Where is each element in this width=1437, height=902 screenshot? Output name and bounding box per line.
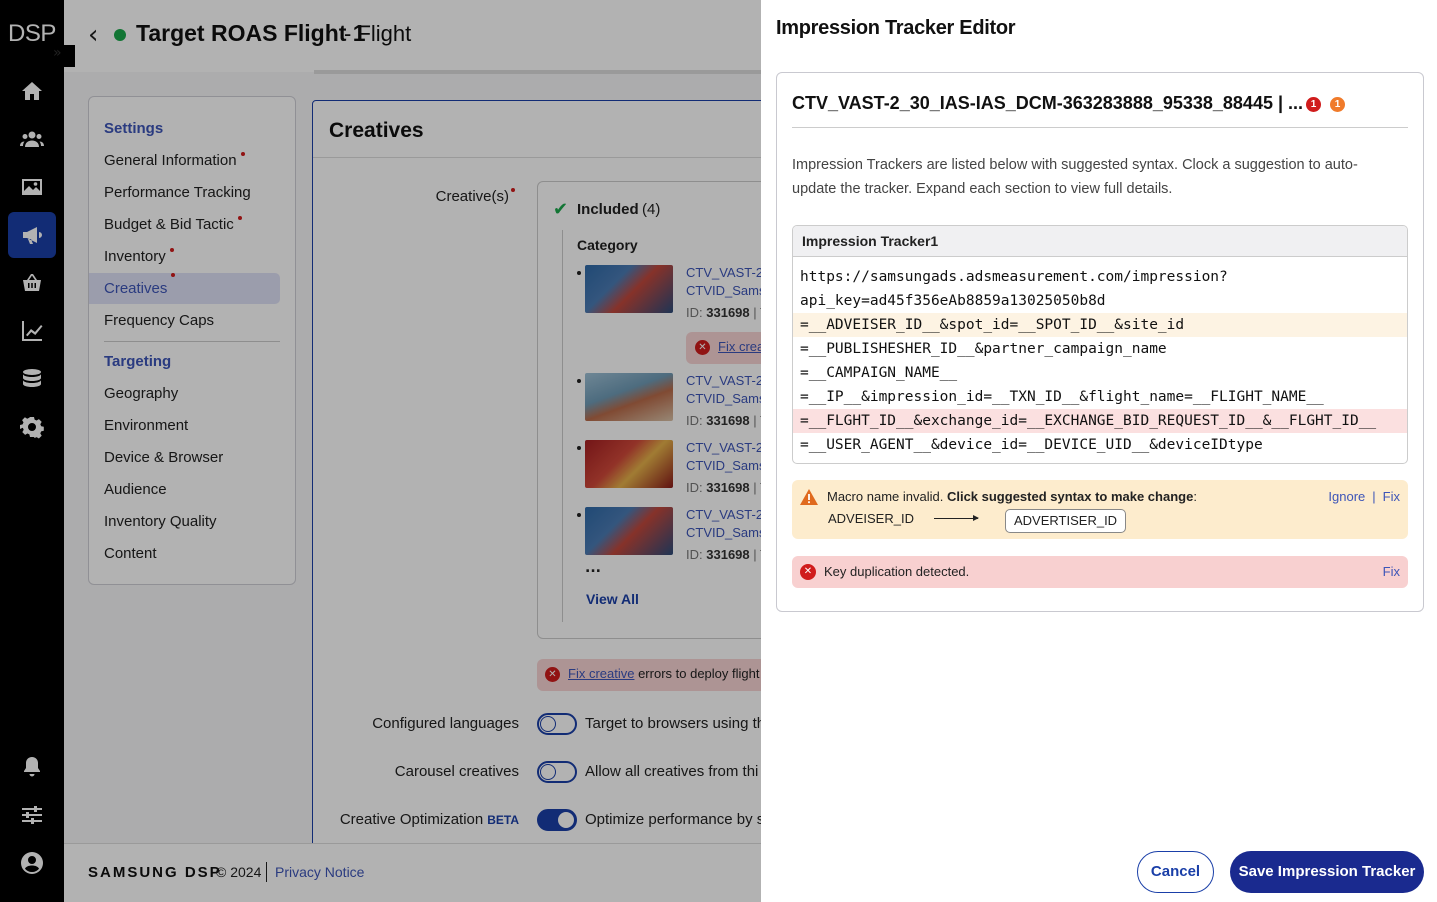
tracker-code[interactable]: https://samsungads.adsmeasurement.com/im… (793, 257, 1407, 457)
modal-backdrop[interactable] (0, 0, 761, 902)
tracker-line: https://samsungads.adsmeasurement.com/im… (800, 269, 1228, 285)
tracker-line: api_key=ad45f356eAb8859a13025050b8d (800, 293, 1106, 309)
warning-message-bold: Click suggested syntax to make change (946, 489, 1194, 504)
tracker-line: =__IP__&impression_id=__TXN_ID__&flight_… (800, 389, 1324, 405)
tracker-line-error: =__FLGHT_ID__&exchange_id=__EXCHANGE_BID… (793, 409, 1407, 433)
suggested-macro-button[interactable]: ADVERTISER_ID (1005, 509, 1127, 533)
tracker-line-warning: =__ADVEISER_ID__&spot_id=__SPOT_ID__&sit… (793, 313, 1407, 337)
duplication-error: ✕ Key duplication detected. Fix (792, 556, 1408, 588)
creative-name: CTV_VAST-2_30_IAS-IAS_DCM-363283888_9533… (792, 93, 1304, 113)
warning-icon (800, 489, 818, 505)
impression-tracker-editor[interactable]: Impression Tracker1 https://samsungads.a… (792, 225, 1408, 464)
save-impression-tracker-button[interactable]: Save Impression Tracker (1230, 851, 1424, 893)
ignore-link[interactable]: Ignore (1328, 489, 1365, 504)
warning-colon: : (1193, 489, 1197, 504)
cancel-button[interactable]: Cancel (1137, 851, 1214, 893)
invalid-macro: ADVEISER_ID (828, 511, 914, 526)
warning-fix-link[interactable]: Fix (1383, 489, 1400, 504)
impression-tracker-editor-drawer: Impression Tracker Editor CTV_VAST-2_30_… (761, 0, 1437, 902)
error-fix-link[interactable]: Fix (1383, 564, 1400, 579)
warning-actions: Ignore | Fix (1328, 489, 1400, 504)
tracker-line: =__CAMPAIGN_NAME__ (800, 365, 958, 381)
creative-tracker-panel: CTV_VAST-2_30_IAS-IAS_DCM-363283888_9533… (776, 72, 1424, 612)
macro-warning: Macro name invalid. Click suggested synt… (792, 480, 1408, 539)
instructions-text: Impression Trackers are listed below wit… (792, 157, 1358, 197)
error-count-badge: 1 (1306, 97, 1321, 112)
tracker-title: Impression Tracker1 (793, 226, 1407, 257)
drawer-title: Impression Tracker Editor (776, 17, 1016, 39)
warning-message: Macro name invalid. Click suggested synt… (827, 489, 1197, 504)
tracker-line: =__PUBLISHESHER_ID__&partner_campaign_na… (800, 341, 1167, 357)
expand-rail-button[interactable]: » (53, 45, 75, 67)
warning-message-text: Macro name invalid. (827, 489, 944, 504)
error-message: Key duplication detected. (824, 564, 970, 579)
tracker-line: =__USER_AGENT__&device_id=__DEVICE_UID__… (800, 437, 1263, 453)
error-icon: ✕ (800, 564, 816, 580)
warning-count-badge: 1 (1330, 97, 1345, 112)
action-separator: | (1372, 489, 1376, 504)
arrow-right-icon (934, 515, 979, 521)
panel-divider (792, 127, 1408, 128)
